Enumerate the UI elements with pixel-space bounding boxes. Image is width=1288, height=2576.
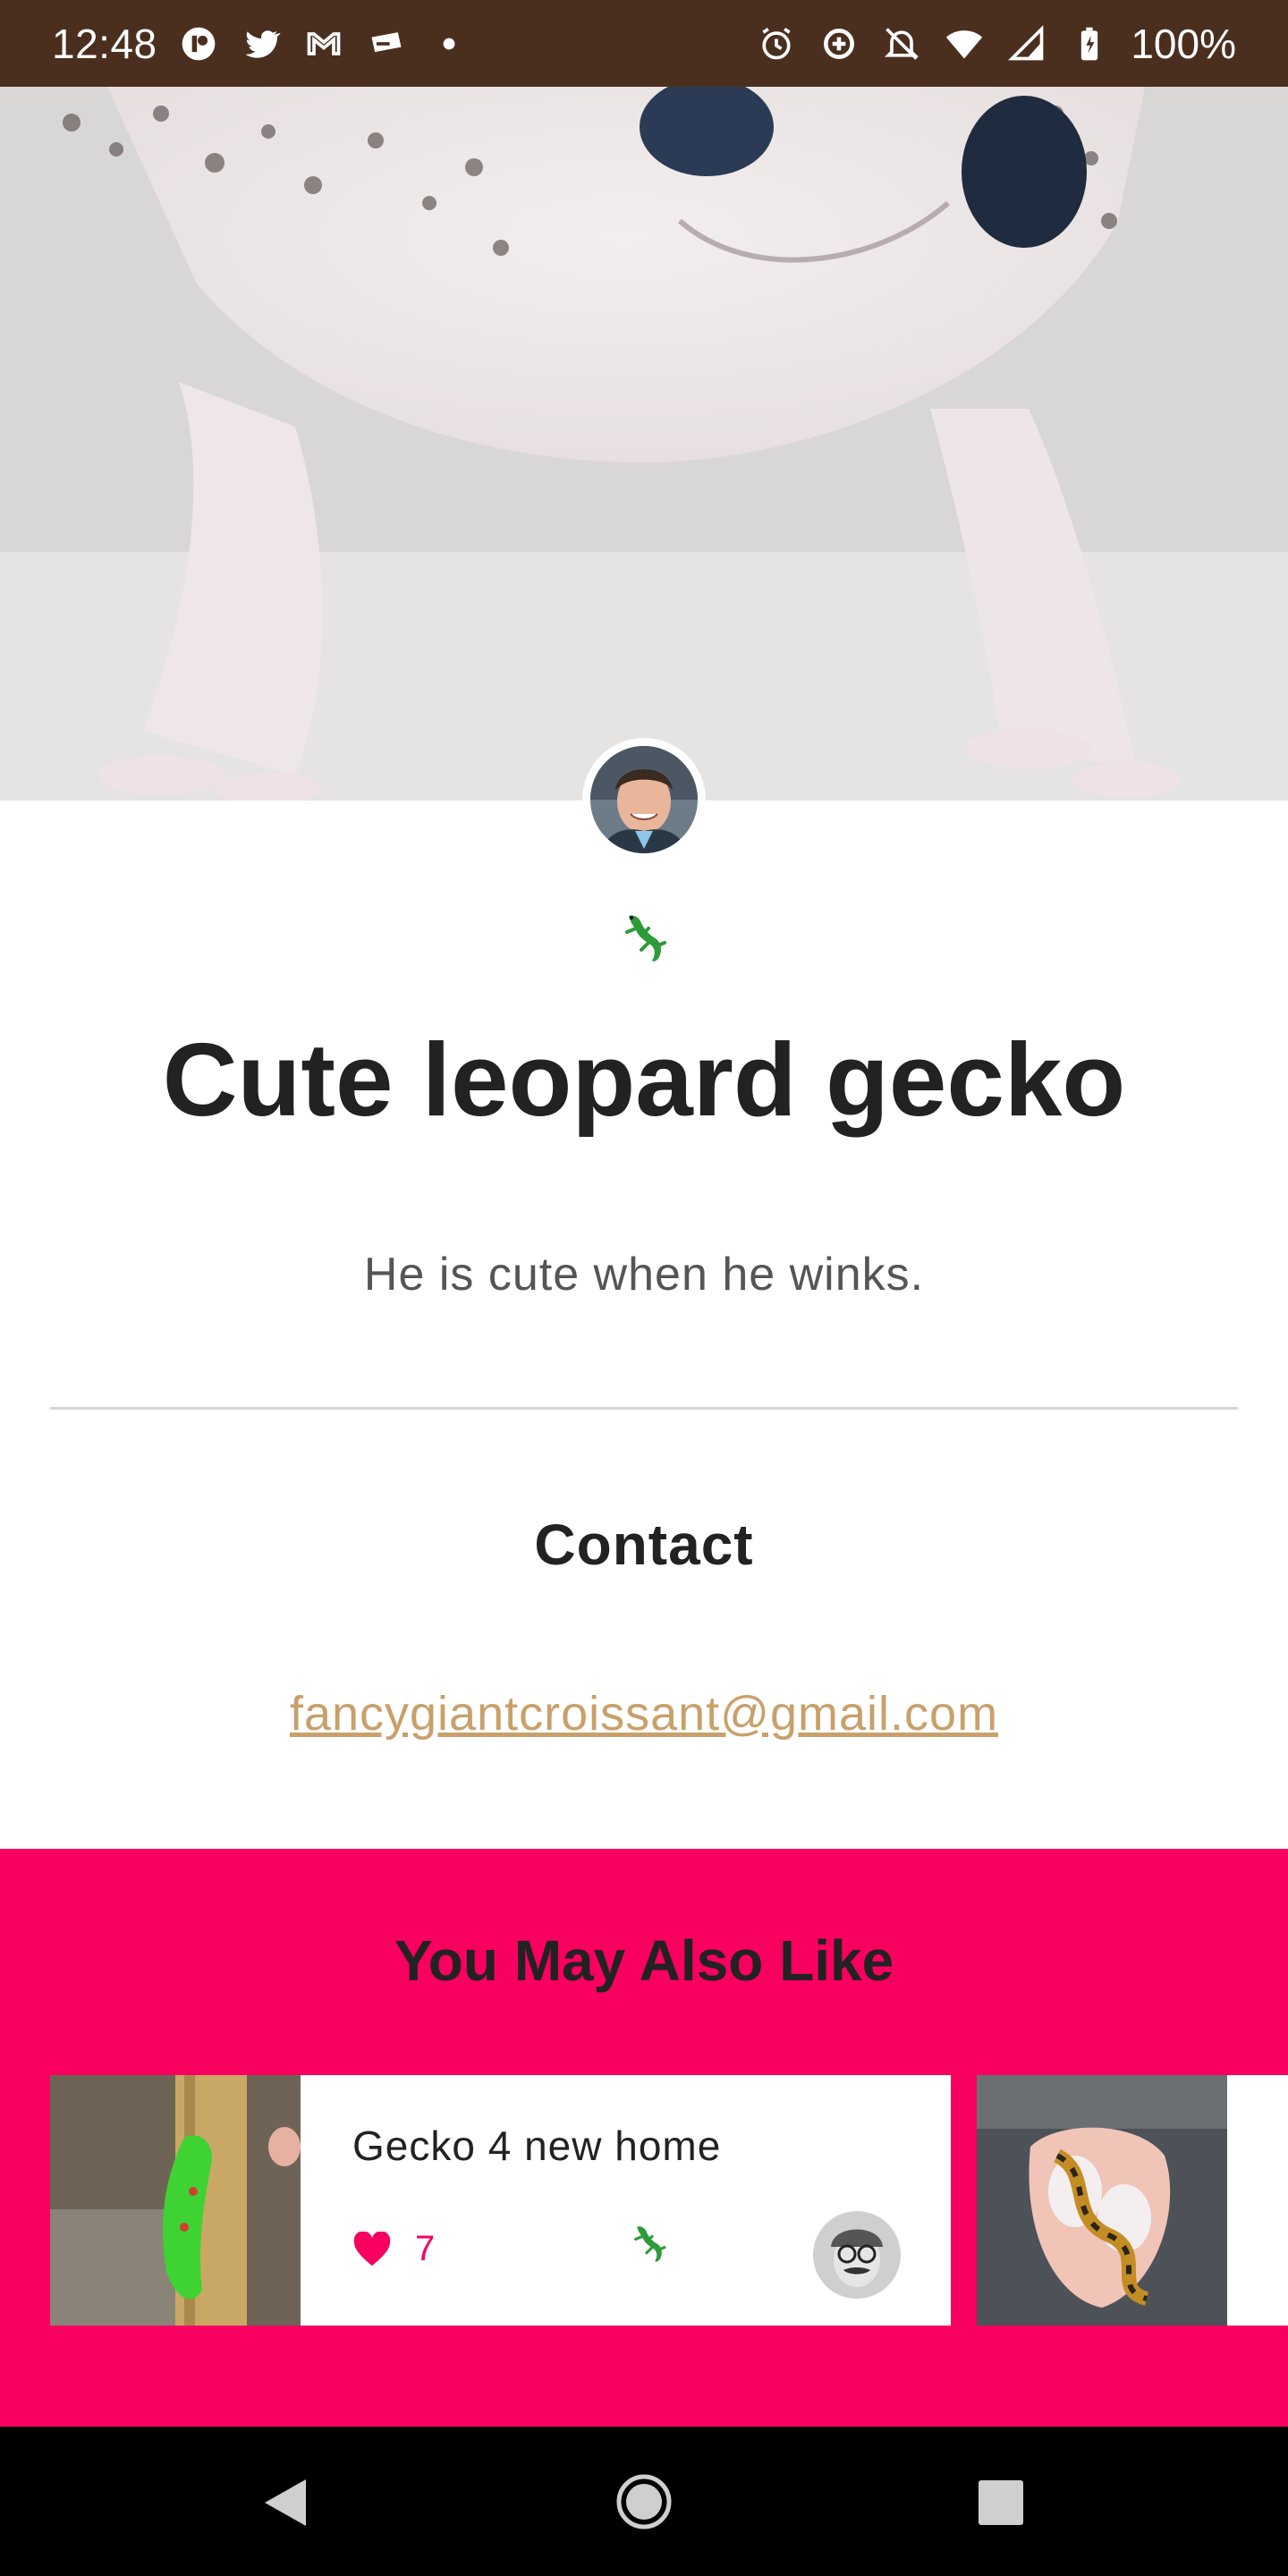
card-thumbnail	[977, 2075, 1227, 2326]
recommendations-section: You May Also Like Gecko 4 new home 7	[0, 1849, 1288, 2427]
contact-heading: Contact	[534, 1513, 754, 1577]
like-count: 7	[415, 2229, 436, 2268]
post-description: He is cute when he winks.	[363, 1249, 925, 1301]
navigation-bar	[0, 2427, 1288, 2576]
divider	[50, 1407, 1238, 1410]
wifi-icon	[943, 22, 986, 65]
card-body	[1227, 2075, 1288, 2326]
alarm-icon	[755, 22, 798, 65]
battery-percentage: 100%	[1131, 20, 1236, 67]
cast-icon	[365, 22, 408, 65]
recents-button[interactable]	[977, 2479, 1025, 2531]
card-body: Gecko 4 new home 7	[301, 2075, 951, 2326]
hero-image	[0, 87, 1288, 801]
home-button[interactable]	[615, 2473, 673, 2535]
home-circle-icon	[616, 2474, 672, 2529]
notifications-off-icon	[880, 22, 923, 65]
status-time: 12:48	[52, 20, 157, 67]
post-title: Cute leopard gecko	[162, 1021, 1126, 1138]
twitter-icon	[240, 22, 283, 65]
recommendation-card[interactable]: Gecko 4 new home 7	[50, 2075, 951, 2326]
card-likes[interactable]: 7	[352, 2229, 435, 2269]
app-icon	[177, 22, 220, 65]
status-right: 100%	[755, 20, 1236, 68]
recommendation-card[interactable]	[977, 2075, 1288, 2326]
card-thumbnail	[50, 2075, 301, 2326]
lizard-emoji-icon	[622, 911, 668, 964]
recents-square-icon	[979, 2480, 1023, 2525]
dot-icon	[428, 22, 470, 65]
data-saver-icon	[818, 22, 860, 65]
battery-charging-icon	[1068, 22, 1111, 65]
lizard-emoji-icon	[631, 2220, 667, 2267]
status-bar: 12:48 100%	[0, 0, 1288, 87]
gmail-icon	[302, 22, 345, 65]
author-avatar[interactable]	[582, 738, 706, 861]
card-title: Gecko 4 new home	[352, 2123, 722, 2169]
back-triangle-icon	[265, 2479, 306, 2526]
heart-icon	[353, 2231, 391, 2266]
card-author-avatar[interactable]	[813, 2211, 901, 2299]
recommendations-heading: You May Also Like	[394, 1928, 894, 1993]
status-left: 12:48	[52, 20, 470, 68]
back-button[interactable]	[259, 2476, 309, 2534]
gecko-photo	[0, 87, 1288, 801]
signal-icon	[1005, 22, 1048, 65]
contact-email-link[interactable]: fancygiantcroissant@gmail.com	[0, 1686, 1288, 1741]
avatar-photo	[590, 746, 698, 853]
